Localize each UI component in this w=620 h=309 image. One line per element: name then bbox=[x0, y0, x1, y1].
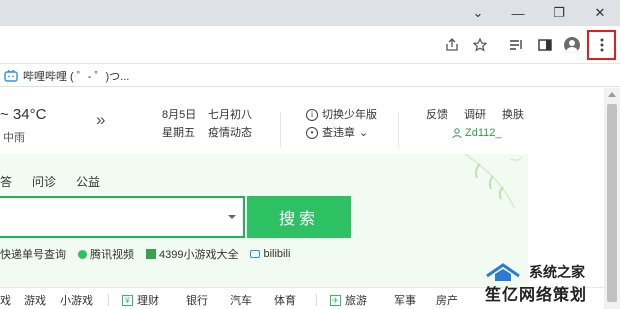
bookmarks-bar: 哔哩哔哩 ( ゜- ゜)つ... bbox=[0, 64, 620, 87]
menu-icon[interactable] bbox=[587, 30, 616, 60]
watermark-logo: 系统之家 笙亿网络策划 bbox=[485, 262, 615, 306]
search-area: 答 问诊 公益 搜索 快递单号查询 腾讯视频 4399小游戏大全 bilibil… bbox=[0, 154, 528, 309]
house-logo-icon bbox=[486, 263, 520, 281]
cat-realestate[interactable]: 房产 bbox=[436, 292, 458, 308]
tab-consult[interactable]: 问诊 bbox=[32, 173, 56, 190]
date-text: 8月5日 bbox=[162, 109, 197, 121]
feedback-link[interactable]: 反馈 bbox=[426, 106, 448, 122]
header-links: 反馈 调研 换肤 bbox=[426, 106, 524, 122]
sidebar-icon[interactable] bbox=[535, 35, 555, 55]
cat-military[interactable]: 军事 bbox=[394, 292, 416, 308]
tab-answer[interactable]: 答 bbox=[0, 173, 12, 190]
cat-sports[interactable]: 体育 bbox=[274, 292, 296, 308]
violation-label: 查违章 bbox=[322, 127, 355, 139]
bookmark-bilibili[interactable]: 哔哩哔哩 ( ゜- ゜)つ... bbox=[4, 67, 129, 84]
divider bbox=[280, 112, 281, 148]
youth-label: 切换少年版 bbox=[322, 109, 377, 121]
lunar-column: 七月初八 疫情动态 bbox=[208, 106, 252, 142]
dropdown-icon[interactable] bbox=[228, 215, 236, 219]
cat-bank[interactable]: 银行 bbox=[186, 292, 208, 308]
weather-temp: ~ 34°C bbox=[0, 106, 47, 123]
lunar-date: 七月初八 bbox=[208, 109, 252, 121]
divider bbox=[316, 294, 317, 306]
cat-mini-games[interactable]: 小游戏 bbox=[60, 292, 93, 308]
quick-link-4399[interactable]: 4399小游戏大全 bbox=[146, 246, 238, 262]
browser-toolbar bbox=[0, 26, 620, 64]
tencent-video-icon bbox=[78, 249, 87, 259]
cat-games[interactable]: 游戏 bbox=[24, 292, 46, 308]
reading-list-icon[interactable] bbox=[506, 35, 526, 55]
share-icon[interactable] bbox=[442, 35, 462, 55]
quick-link-tencent-video[interactable]: 腾讯视频 bbox=[78, 246, 134, 262]
user-name[interactable]: Zd112_ bbox=[452, 127, 502, 139]
youth-panel: i 切换少年版 • 查违章 ⌄ bbox=[306, 106, 377, 142]
chevron-down-icon: ⌄ bbox=[359, 127, 369, 139]
epidemic-link[interactable]: 疫情动态 bbox=[208, 124, 252, 142]
cat-travel[interactable]: ✈ 旅游 bbox=[330, 292, 367, 308]
finance-icon: ¥ bbox=[122, 294, 133, 306]
divider bbox=[398, 112, 399, 148]
scroll-up-icon[interactable] bbox=[608, 92, 616, 97]
profile-icon[interactable] bbox=[562, 35, 582, 55]
star-icon[interactable] bbox=[470, 35, 490, 55]
user-icon bbox=[452, 128, 462, 138]
watermark-line1: 系统之家 bbox=[529, 264, 585, 280]
minimize-button[interactable]: — bbox=[497, 0, 539, 26]
travel-icon: ✈ bbox=[330, 294, 341, 306]
search-button[interactable]: 搜索 bbox=[247, 196, 351, 238]
skin-link[interactable]: 换肤 bbox=[502, 106, 524, 122]
bookmark-label: 哔哩哔哩 ( ゜- ゜)つ... bbox=[23, 70, 130, 83]
cat-finance[interactable]: ¥ 理财 bbox=[122, 292, 159, 308]
cat-game-partial[interactable]: 戏 bbox=[0, 292, 11, 308]
survey-link[interactable]: 调研 bbox=[464, 106, 486, 122]
cat-car[interactable]: 汽车 bbox=[230, 292, 252, 308]
restore-button[interactable]: ❐ bbox=[538, 0, 580, 26]
weather-desc: 中雨 bbox=[3, 132, 25, 144]
traffic-violation-link[interactable]: • 查违章 ⌄ bbox=[306, 124, 377, 142]
youth-switch[interactable]: i 切换少年版 bbox=[306, 106, 377, 124]
date-column: 8月5日 星期五 bbox=[162, 106, 196, 142]
search-input[interactable] bbox=[0, 196, 245, 238]
youth-icon: i bbox=[306, 109, 318, 121]
window-titlebar: ⌄ — ❐ ✕ bbox=[0, 0, 620, 26]
willow-decoration bbox=[464, 154, 523, 210]
close-button[interactable]: ✕ bbox=[579, 0, 620, 26]
search-tabs: 答 问诊 公益 bbox=[0, 173, 100, 190]
quick-links: 快递单号查询 腾讯视频 4399小游戏大全 bilibili bbox=[0, 246, 290, 262]
car-icon: • bbox=[306, 127, 318, 139]
divider bbox=[108, 294, 109, 306]
4399-icon bbox=[146, 249, 156, 259]
weekday-text: 星期五 bbox=[162, 127, 195, 139]
quick-link-bilibili[interactable]: bilibili bbox=[250, 248, 290, 260]
chevron-right-icon[interactable]: » bbox=[96, 110, 105, 130]
bilibili-icon bbox=[4, 69, 18, 82]
watermark-line2: 笙亿网络策划 bbox=[485, 287, 588, 304]
bilibili-icon bbox=[250, 250, 261, 258]
tab-search-button[interactable]: ⌄ bbox=[457, 0, 499, 26]
tab-charity[interactable]: 公益 bbox=[76, 173, 100, 190]
quick-link-express[interactable]: 快递单号查询 bbox=[0, 246, 66, 262]
